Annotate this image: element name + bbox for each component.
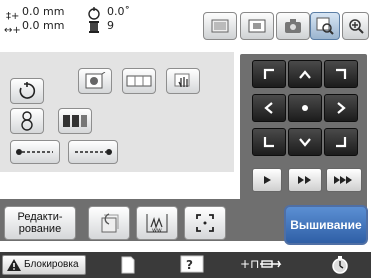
thread-path-icon: +⊓ xyxy=(240,256,290,272)
move-y-icon: ‡+ xyxy=(4,6,20,22)
svg-text:↔+: ↔+ xyxy=(4,25,20,35)
mirror-flip-icon xyxy=(85,72,106,89)
move-x-icon: ↔+ xyxy=(4,20,21,36)
corner-up-left-icon xyxy=(263,68,274,79)
preview-button[interactable] xyxy=(310,12,340,40)
memory-button[interactable] xyxy=(88,206,130,240)
angle-value: 0.0˚ xyxy=(107,5,130,18)
corner-down-right-icon xyxy=(336,137,347,148)
move-up-left-button[interactable] xyxy=(252,60,286,88)
pattern-view-button[interactable] xyxy=(203,12,237,40)
border-left-button[interactable] xyxy=(10,140,60,164)
chevron-right-icon xyxy=(337,102,346,114)
border-line-right-icon xyxy=(75,149,112,155)
rotate-button[interactable] xyxy=(10,78,44,104)
move-left-button[interactable] xyxy=(252,94,286,122)
header-bar: ‡+ 0.0 mm ↔+ 0.0 mm 0.0˚ 9 xyxy=(0,0,371,50)
y-position-value: 0.0 mm xyxy=(22,19,65,32)
color-change-button[interactable] xyxy=(58,108,92,134)
move-center-button[interactable] xyxy=(288,94,322,122)
hand-icon xyxy=(174,73,190,87)
figure-eight-icon xyxy=(21,111,33,131)
move-right-button[interactable] xyxy=(324,94,358,122)
frame-corners-icon xyxy=(196,214,214,232)
move-up-button[interactable] xyxy=(288,60,322,88)
border-line-left-icon xyxy=(16,149,53,155)
thread-colors-icon xyxy=(63,115,87,127)
density-button[interactable] xyxy=(166,68,200,94)
x-position-value: 0.0 mm xyxy=(22,5,65,18)
zoom-in-icon xyxy=(348,19,364,34)
edit-label-line2: рование xyxy=(18,223,62,235)
embroidery-button[interactable]: Вышивание xyxy=(284,205,368,245)
corner-up-right-icon xyxy=(336,68,347,79)
move-up-right-button[interactable] xyxy=(324,60,358,88)
document-icon[interactable] xyxy=(120,256,136,274)
move-down-left-button[interactable] xyxy=(252,128,286,156)
rotate-icon xyxy=(19,82,36,99)
center-dot-icon xyxy=(302,105,308,111)
step-single-button[interactable] xyxy=(252,168,282,192)
mirror-button[interactable] xyxy=(78,68,112,94)
size-border-icon xyxy=(126,75,152,87)
help-icon[interactable]: ? xyxy=(180,254,206,274)
warning-icon xyxy=(7,259,21,271)
embroidery-label: Вышивание xyxy=(290,218,362,232)
edit-label-line1: Редакти- xyxy=(17,211,63,223)
fast-forward-icon xyxy=(298,176,311,184)
step-fast-button[interactable] xyxy=(288,168,322,192)
svg-text:ww: ww xyxy=(152,227,162,234)
rotate-indicator-icon xyxy=(87,5,101,20)
move-down-right-button[interactable] xyxy=(324,128,358,156)
size-button[interactable] xyxy=(122,68,156,94)
pattern-view-icon xyxy=(211,19,229,33)
needle-stitch-icon: ww xyxy=(146,214,168,234)
lock-button[interactable]: Блокировка xyxy=(2,255,86,275)
chevron-left-icon xyxy=(264,102,273,114)
camera-view-button[interactable] xyxy=(276,12,310,40)
timer-icon xyxy=(330,255,350,275)
thread-cut-button[interactable]: ww xyxy=(136,206,178,240)
frame-view-icon xyxy=(248,19,266,33)
edit-button[interactable]: Редакти- рование xyxy=(4,206,76,240)
move-down-button[interactable] xyxy=(288,128,322,156)
array-button[interactable] xyxy=(10,108,44,134)
step-faster-button[interactable] xyxy=(326,168,362,192)
chevron-down-icon xyxy=(299,138,311,147)
color-count-value: 9 xyxy=(107,19,114,32)
trial-button[interactable] xyxy=(184,206,226,240)
corner-down-left-icon xyxy=(263,137,274,148)
fastest-forward-icon xyxy=(334,176,352,184)
zoom-button[interactable] xyxy=(342,12,369,40)
svg-text:+⊓: +⊓ xyxy=(240,257,259,271)
camera-icon xyxy=(285,19,301,33)
lock-label: Блокировка xyxy=(24,259,79,270)
thread-spool-icon xyxy=(88,19,100,33)
save-to-memory-icon xyxy=(101,213,119,233)
play-icon xyxy=(264,176,271,184)
border-right-button[interactable] xyxy=(68,140,118,164)
svg-text:?: ? xyxy=(186,258,193,272)
frame-view-button[interactable] xyxy=(240,12,274,40)
preview-magnify-icon xyxy=(316,17,334,35)
chevron-up-icon xyxy=(299,70,311,79)
